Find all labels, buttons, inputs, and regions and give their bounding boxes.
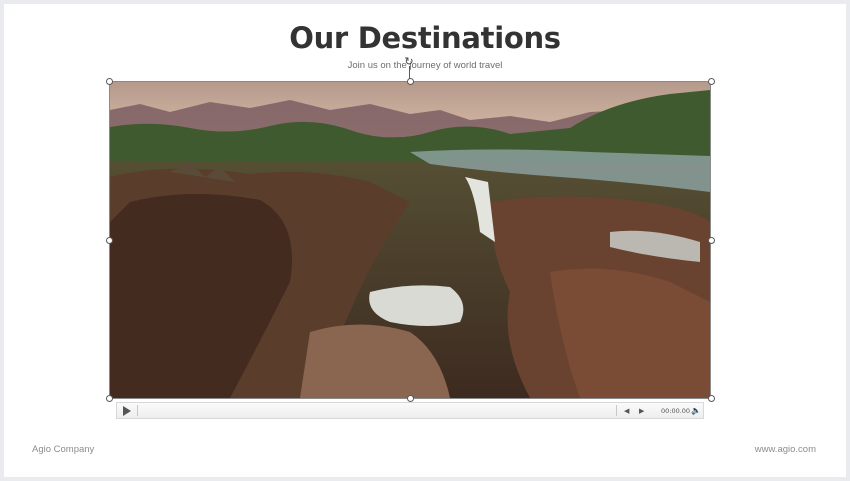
video-frame[interactable] [109,81,711,399]
resize-handle-top[interactable] [407,78,414,85]
video-thumbnail [110,82,710,398]
volume-icon[interactable]: 🔈 [691,406,701,415]
resize-handle-right[interactable] [708,237,715,244]
skip-back-icon[interactable]: ◀ [624,407,632,415]
resize-handle-left[interactable] [106,237,113,244]
play-icon[interactable] [123,406,131,416]
rotate-handle-icon[interactable]: ↻ [404,56,414,67]
slide-subtitle[interactable]: Join us on the journey of world travel [4,60,846,71]
resize-handle-top-right[interactable] [708,78,715,85]
video-controls: ◀ ▶ 00:00.00 🔈 [116,402,704,419]
slide-title[interactable]: Our Destinations [4,21,846,55]
footer-url[interactable]: www.agio.com [755,444,816,455]
resize-handle-bottom-right[interactable] [708,395,715,402]
resize-handle-bottom-left[interactable] [106,395,113,402]
resize-handle-top-left[interactable] [106,78,113,85]
time-display: 00:00.00 [661,407,691,415]
skip-forward-icon[interactable]: ▶ [639,407,647,415]
resize-handle-bottom[interactable] [407,395,414,402]
seek-bar[interactable] [137,405,617,416]
footer-company[interactable]: Agio Company [32,444,94,455]
slide: Our Destinations Join us on the journey … [4,4,846,477]
